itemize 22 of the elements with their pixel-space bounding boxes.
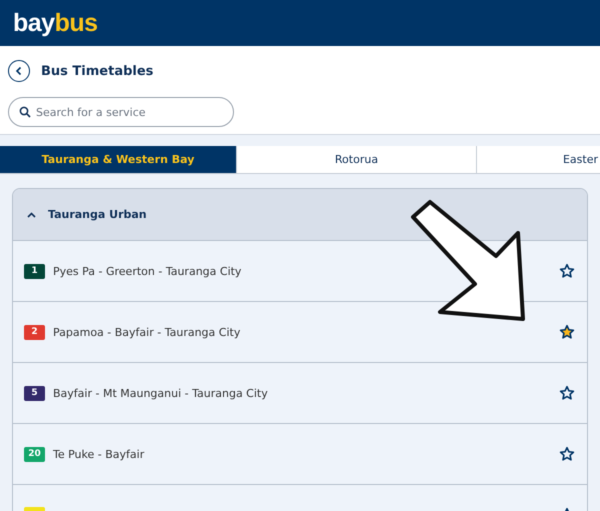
route-number-badge: 1 [24,264,45,278]
search-field[interactable]: Search for a service [8,97,234,127]
page-title: Bus Timetables [41,64,154,78]
route-name: Bayfair - Mt Maunganui - Tauranga City [53,386,269,400]
logo[interactable]: baybus [13,8,98,38]
favourite-star-icon[interactable] [559,263,575,279]
route-name: Papamoa - Bayfair - Tauranga City [53,326,242,338]
search-icon [19,106,31,118]
region-tab[interactable]: Tauranga & Western Bay [0,146,237,174]
favourite-star-icon[interactable] [559,324,575,340]
chevron-up-icon [27,212,36,218]
route-name: Pyes Pa - Greerton - Tauranga City [53,264,242,278]
route-number-badge: 5 [24,386,45,400]
back-button[interactable] [8,60,30,82]
region-tab[interactable]: Rotorua [237,146,477,174]
group-header[interactable]: Tauranga Urban [13,189,587,241]
route-number-badge: 2 [24,324,45,340]
route-name: Te Puke - Bayfair [53,448,146,460]
route-number-badge: 20 [24,446,45,462]
favourite-star-icon[interactable] [559,446,575,462]
favourite-star-icon[interactable] [559,385,575,401]
chevron-left-icon [14,66,24,76]
